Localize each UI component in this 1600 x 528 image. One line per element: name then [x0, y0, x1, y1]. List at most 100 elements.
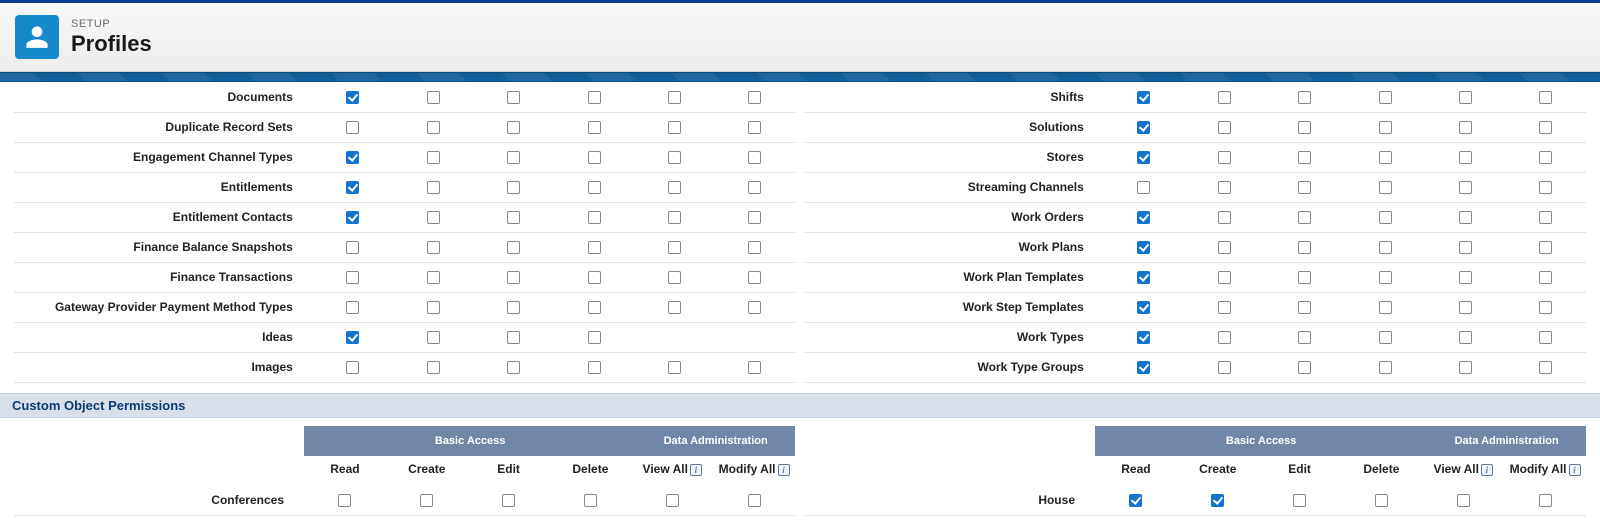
checkbox[interactable] — [1211, 494, 1224, 507]
checkbox[interactable] — [1379, 241, 1392, 254]
checkbox[interactable] — [346, 241, 359, 254]
checkbox[interactable] — [427, 151, 440, 164]
checkbox[interactable] — [748, 271, 761, 284]
checkbox[interactable] — [588, 331, 601, 344]
checkbox[interactable] — [346, 271, 359, 284]
checkbox[interactable] — [588, 241, 601, 254]
checkbox[interactable] — [346, 301, 359, 314]
checkbox[interactable] — [668, 301, 681, 314]
checkbox[interactable] — [1379, 181, 1392, 194]
checkbox[interactable] — [1137, 271, 1150, 284]
checkbox[interactable] — [507, 241, 520, 254]
checkbox[interactable] — [507, 151, 520, 164]
checkbox[interactable] — [1218, 301, 1231, 314]
checkbox[interactable] — [1137, 301, 1150, 314]
checkbox[interactable] — [427, 91, 440, 104]
checkbox[interactable] — [748, 494, 761, 507]
checkbox[interactable] — [1218, 361, 1231, 374]
checkbox[interactable] — [1539, 181, 1552, 194]
checkbox[interactable] — [346, 211, 359, 224]
checkbox[interactable] — [748, 121, 761, 134]
checkbox[interactable] — [1298, 361, 1311, 374]
checkbox[interactable] — [1137, 121, 1150, 134]
checkbox[interactable] — [1218, 211, 1231, 224]
checkbox[interactable] — [427, 301, 440, 314]
checkbox[interactable] — [1539, 241, 1552, 254]
checkbox[interactable] — [584, 494, 597, 507]
checkbox[interactable] — [346, 121, 359, 134]
checkbox[interactable] — [427, 181, 440, 194]
checkbox[interactable] — [1137, 361, 1150, 374]
checkbox[interactable] — [1298, 151, 1311, 164]
checkbox[interactable] — [346, 91, 359, 104]
checkbox[interactable] — [1137, 91, 1150, 104]
checkbox[interactable] — [507, 91, 520, 104]
checkbox[interactable] — [346, 361, 359, 374]
checkbox[interactable] — [427, 271, 440, 284]
checkbox[interactable] — [588, 151, 601, 164]
checkbox[interactable] — [1137, 151, 1150, 164]
checkbox[interactable] — [1379, 301, 1392, 314]
checkbox[interactable] — [1218, 121, 1231, 134]
checkbox[interactable] — [338, 494, 351, 507]
checkbox[interactable] — [427, 121, 440, 134]
checkbox[interactable] — [1539, 121, 1552, 134]
checkbox[interactable] — [748, 211, 761, 224]
checkbox[interactable] — [748, 151, 761, 164]
checkbox[interactable] — [1459, 271, 1472, 284]
info-icon[interactable]: i — [778, 464, 790, 476]
checkbox[interactable] — [1379, 121, 1392, 134]
checkbox[interactable] — [1459, 241, 1472, 254]
checkbox[interactable] — [748, 361, 761, 374]
checkbox[interactable] — [427, 331, 440, 344]
checkbox[interactable] — [1218, 181, 1231, 194]
checkbox[interactable] — [1129, 494, 1142, 507]
checkbox[interactable] — [427, 361, 440, 374]
checkbox[interactable] — [1218, 91, 1231, 104]
checkbox[interactable] — [1137, 211, 1150, 224]
checkbox[interactable] — [507, 181, 520, 194]
checkbox[interactable] — [668, 121, 681, 134]
checkbox[interactable] — [507, 121, 520, 134]
checkbox[interactable] — [1298, 211, 1311, 224]
checkbox[interactable] — [1539, 91, 1552, 104]
checkbox[interactable] — [1459, 151, 1472, 164]
checkbox[interactable] — [1218, 271, 1231, 284]
checkbox[interactable] — [668, 271, 681, 284]
checkbox[interactable] — [668, 211, 681, 224]
checkbox[interactable] — [588, 121, 601, 134]
checkbox[interactable] — [420, 494, 433, 507]
checkbox[interactable] — [507, 331, 520, 344]
checkbox[interactable] — [1137, 181, 1150, 194]
checkbox[interactable] — [1379, 91, 1392, 104]
checkbox[interactable] — [588, 181, 601, 194]
checkbox[interactable] — [1459, 211, 1472, 224]
checkbox[interactable] — [1298, 181, 1311, 194]
checkbox[interactable] — [1218, 151, 1231, 164]
info-icon[interactable]: i — [1569, 464, 1581, 476]
checkbox[interactable] — [1379, 211, 1392, 224]
checkbox[interactable] — [1459, 361, 1472, 374]
checkbox[interactable] — [1298, 271, 1311, 284]
checkbox[interactable] — [748, 241, 761, 254]
checkbox[interactable] — [748, 301, 761, 314]
checkbox[interactable] — [1298, 91, 1311, 104]
checkbox[interactable] — [1379, 331, 1392, 344]
checkbox[interactable] — [1539, 361, 1552, 374]
checkbox[interactable] — [1137, 331, 1150, 344]
checkbox[interactable] — [748, 181, 761, 194]
checkbox[interactable] — [346, 181, 359, 194]
checkbox[interactable] — [588, 361, 601, 374]
checkbox[interactable] — [1459, 301, 1472, 314]
info-icon[interactable]: i — [690, 464, 702, 476]
checkbox[interactable] — [1375, 494, 1388, 507]
checkbox[interactable] — [668, 241, 681, 254]
checkbox[interactable] — [1539, 331, 1552, 344]
checkbox[interactable] — [1459, 91, 1472, 104]
checkbox[interactable] — [1218, 241, 1231, 254]
checkbox[interactable] — [427, 211, 440, 224]
checkbox[interactable] — [1218, 331, 1231, 344]
checkbox[interactable] — [1298, 331, 1311, 344]
checkbox[interactable] — [1539, 271, 1552, 284]
checkbox[interactable] — [346, 331, 359, 344]
